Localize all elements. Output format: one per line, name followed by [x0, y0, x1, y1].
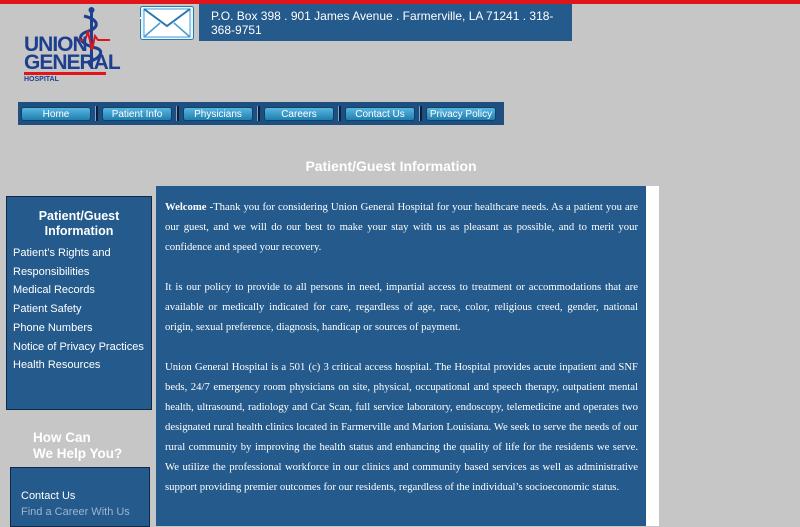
nav-patient-info-button[interactable]: Patient Info [102, 106, 172, 121]
nav-privacy-policy-button[interactable]: Privacy Policy [426, 106, 496, 121]
address-bar: P.O. Box 398 . 901 James Avenue . Farmer… [199, 4, 572, 41]
address-text: P.O. Box 398 . 901 James Avenue . Farmer… [211, 8, 554, 37]
policy-paragraph: It is our policy to provide to all perso… [165, 281, 638, 333]
page-title: Patient/Guest Information [305, 158, 477, 174]
hospital-logo[interactable]: UNION GENERAL HOSPITAL [18, 6, 121, 86]
patient-info-sidebar: Patient/Guest Information Patient’s Righ… [6, 196, 152, 410]
nav-careers-button[interactable]: Careers [264, 106, 334, 121]
logo-text-general: GENERAL [24, 51, 121, 74]
about-paragraph: Union General Hospital is a 501 (c) 3 cr… [165, 361, 638, 493]
welcome-text: Thank you for considering Union General … [165, 201, 638, 253]
sidebar-item-medical-records[interactable]: Medical Records [7, 281, 151, 300]
help-item-contact-us[interactable]: Contact Us [11, 488, 149, 504]
logo-underline [24, 72, 106, 75]
nav-home-button[interactable]: Home [21, 106, 91, 121]
help-item-career[interactable]: Find a Career With Us [11, 504, 149, 520]
nav-contact-us-button[interactable]: Contact Us [345, 106, 415, 121]
welcome-paragraph: Welcome -Thank you for considering Union… [165, 197, 638, 257]
help-box: Contact Us Find a Career With Us [10, 467, 150, 527]
sidebar-item-patient-rights[interactable]: Patient’s Rights and Responsibilities [7, 244, 151, 281]
sidebar-item-patient-safety[interactable]: Patient Safety [7, 300, 151, 319]
sidebar-item-phone-numbers[interactable]: Phone Numbers [7, 319, 151, 338]
nav-separator [176, 106, 179, 121]
help-heading: How Can We Help You? [33, 430, 122, 462]
sidebar-item-privacy-practices[interactable]: Notice of Privacy Practices [7, 338, 151, 357]
nav-separator [95, 106, 98, 121]
main-content: Welcome -Thank you for considering Union… [156, 186, 646, 526]
nav-physicians-button[interactable]: Physicians [183, 106, 253, 121]
nav-separator [338, 106, 341, 121]
main-nav: Home Patient Info Physicians Careers Con… [18, 102, 504, 125]
nav-separator [257, 106, 260, 121]
welcome-label: Welcome - [165, 201, 214, 213]
help-heading-line1: How Can [33, 430, 91, 445]
help-heading-line2: We Help You? [33, 446, 123, 461]
logo-text-hospital: HOSPITAL [24, 76, 59, 83]
envelope-icon[interactable] [140, 6, 194, 40]
sidebar-heading: Patient/Guest Information [38, 209, 120, 238]
nav-separator [419, 106, 422, 121]
sidebar-item-health-resources[interactable]: Health Resources [7, 356, 151, 375]
